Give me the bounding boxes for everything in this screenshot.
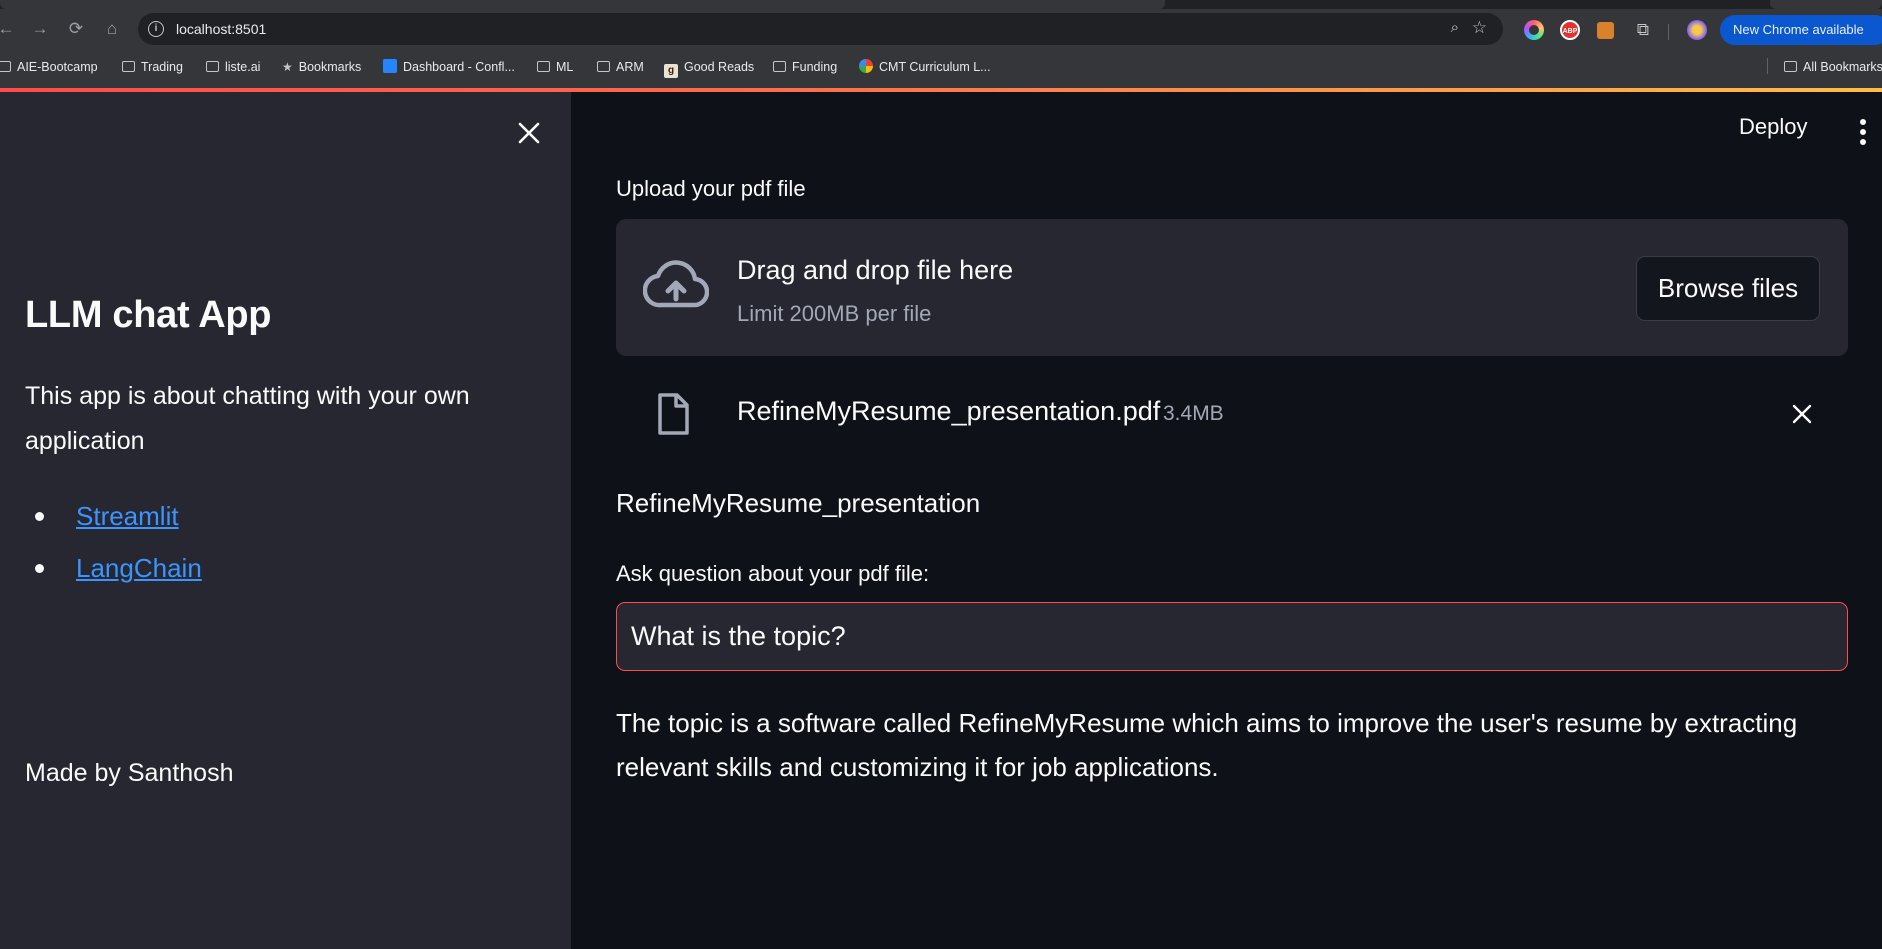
bookmark-item[interactable]: ML — [537, 57, 573, 77]
uploaded-file: RefineMyResume_presentation.pdf 3.4MB — [616, 382, 1848, 454]
reload-icon[interactable]: ⟳ — [64, 17, 88, 41]
site-info-icon[interactable]: i — [148, 21, 164, 37]
url-text[interactable]: localhost:8501 — [176, 21, 266, 37]
bookmark-item[interactable]: g Good Reads — [664, 57, 754, 78]
bookmark-item[interactable]: All Bookmarks — [1784, 57, 1882, 77]
extension-icon[interactable] — [1597, 22, 1614, 39]
main-content: Deploy Upload your pdf file Drag and dro… — [571, 92, 1882, 949]
bookmarks-divider — [1767, 58, 1768, 74]
sidebar-title: LLM chat App — [25, 294, 272, 336]
streamlit-link[interactable]: Streamlit — [76, 501, 179, 531]
sidebar-description: This app is about chatting with your own… — [25, 382, 470, 455]
tab[interactable] — [1770, 0, 1882, 9]
forward-icon[interactable]: → — [28, 17, 52, 41]
bookmark-item[interactable]: ★ Bookmarks — [282, 57, 361, 77]
bookmark-item[interactable]: CMT Curriculum L... — [859, 57, 991, 77]
close-sidebar-button[interactable] — [516, 120, 542, 146]
address-bar[interactable]: i localhost:8501 ⌕ ☆ — [138, 13, 1503, 45]
dropzone-limit: Limit 200MB per file — [737, 301, 932, 326]
puzzle-extensions-icon[interactable]: ⧉ — [1633, 20, 1653, 40]
sidebar: LLM chat App This app is about chatting … — [0, 92, 571, 949]
folder-icon — [537, 61, 550, 72]
question-label: Ask question about your pdf file: — [616, 561, 930, 586]
google-icon — [859, 59, 873, 73]
update-chrome-button[interactable]: New Chrome available — [1720, 15, 1882, 45]
tab-strip — [0, 0, 1882, 9]
list-item: LangChain — [25, 542, 202, 594]
zoom-icon[interactable]: ⌕ — [1451, 19, 1459, 36]
deploy-button[interactable]: Deploy — [1739, 114, 1807, 140]
adblock-icon[interactable]: ABP — [1560, 20, 1580, 40]
document-title: RefineMyResume_presentation — [616, 488, 981, 518]
folder-icon — [597, 61, 610, 72]
sidebar-footer: Made by Santhosh — [25, 759, 234, 787]
main-menu-icon[interactable] — [1859, 119, 1867, 145]
star-icon: ★ — [282, 60, 293, 74]
bookmark-item[interactable]: Funding — [773, 57, 837, 77]
back-icon[interactable]: ← — [0, 17, 18, 41]
langchain-link[interactable]: LangChain — [76, 553, 202, 583]
folder-icon — [1784, 61, 1797, 72]
list-item: Streamlit — [25, 490, 202, 542]
bookmark-item[interactable]: Trading — [122, 57, 183, 77]
bookmark-star-icon[interactable]: ☆ — [1472, 18, 1487, 38]
bookmark-item[interactable]: AIE-Bootcamp — [0, 57, 98, 77]
confluence-icon — [383, 59, 397, 73]
file-name: RefineMyResume_presentation.pdf — [737, 396, 1161, 426]
bookmark-item[interactable]: ARM — [597, 57, 644, 77]
cloud-upload-icon — [643, 260, 709, 308]
browser-chrome: ← → ⟳ ⌂ i localhost:8501 ⌕ ☆ ABP ⧉ New C… — [0, 0, 1882, 92]
browse-files-button[interactable]: Browse files — [1636, 256, 1820, 321]
goodreads-icon: g — [664, 64, 678, 78]
remove-file-button[interactable] — [1790, 402, 1814, 426]
bookmarks-bar: AIE-Bootcamp Trading liste.ai ★ Bookmarks… — [0, 53, 1882, 81]
answer-text: The topic is a software called RefineMyR… — [616, 708, 1798, 782]
bookmark-item[interactable]: Dashboard - Confl... — [383, 57, 515, 77]
file-icon — [658, 393, 689, 435]
bookmark-item[interactable]: liste.ai — [206, 57, 260, 77]
folder-icon — [0, 61, 11, 72]
active-tab[interactable] — [0, 0, 1165, 9]
profile-avatar[interactable] — [1687, 20, 1707, 40]
upload-label: Upload your pdf file — [616, 176, 806, 201]
browser-toolbar: ← → ⟳ ⌂ i localhost:8501 ⌕ ☆ ABP ⧉ New C… — [0, 9, 1882, 49]
close-icon — [1792, 404, 1812, 424]
home-icon[interactable]: ⌂ — [100, 17, 124, 41]
file-dropzone[interactable]: Drag and drop file here Limit 200MB per … — [616, 219, 1848, 356]
file-size: 3.4MB — [1163, 402, 1224, 425]
sidebar-links: Streamlit LangChain — [25, 490, 202, 594]
close-icon — [518, 122, 540, 144]
folder-icon — [773, 61, 786, 72]
toolbar-divider — [1668, 24, 1669, 40]
folder-icon — [122, 61, 135, 72]
folder-icon — [206, 61, 219, 72]
color-extension-icon[interactable] — [1524, 20, 1544, 40]
question-input[interactable] — [616, 602, 1848, 671]
dropzone-title: Drag and drop file here — [737, 255, 1014, 285]
